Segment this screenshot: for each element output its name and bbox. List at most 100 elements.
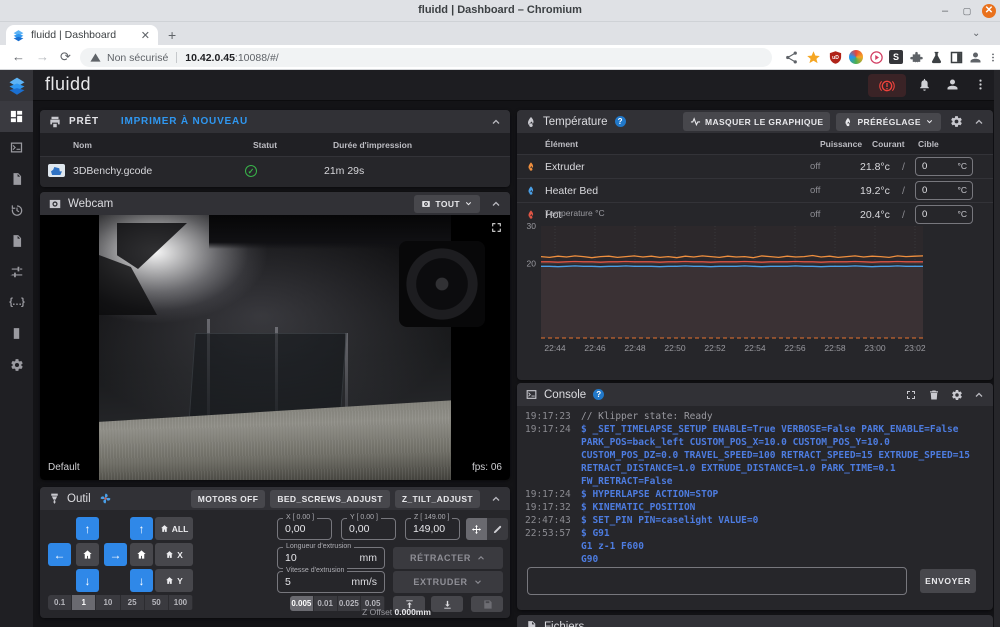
hide-graph-button[interactable]: MASQUER LE GRAPHIQUE (683, 112, 831, 131)
collapse-chevron-icon[interactable] (490, 198, 502, 210)
heater-power: off (810, 161, 860, 172)
browser-tab[interactable]: fluidd | Dashboard ✕ (6, 25, 158, 45)
macro-button-motors-off[interactable]: MOTORS OFF (191, 490, 266, 508)
home-all-button[interactable]: ALL (155, 517, 193, 540)
window-close-button[interactable]: ✕ (982, 4, 996, 18)
jog-x-minus-button[interactable]: ← (48, 543, 71, 566)
trash-icon[interactable] (928, 389, 940, 401)
extrude-speed-field[interactable]: Vitesse d'extrusion 5 mm/s (277, 571, 385, 593)
console-input[interactable] (527, 567, 907, 595)
home-xy-button[interactable] (76, 543, 99, 566)
move-step-25[interactable]: 25 (121, 595, 145, 610)
macro-button-z-tilt-adjust[interactable]: Z_TILT_ADJUST (395, 490, 480, 508)
tab-close-icon[interactable]: ✕ (139, 29, 152, 42)
window-minimize-button[interactable]: – (938, 4, 952, 18)
z-position-field[interactable]: Z [ 149.00 ]149,00 (405, 518, 460, 540)
tab-search-chevron-icon[interactable]: ⌄ (972, 28, 980, 39)
forward-icon[interactable]: → (36, 49, 49, 64)
collapse-chevron-icon[interactable] (973, 389, 985, 401)
gear-icon[interactable] (951, 389, 963, 401)
collapse-chevron-icon[interactable] (490, 493, 502, 505)
jog-x-plus-button[interactable]: → (104, 543, 127, 566)
collapse-chevron-icon[interactable] (490, 116, 502, 128)
reprint-button[interactable]: IMPRIMER À NOUVEAU (121, 116, 248, 127)
fullscreen-icon[interactable] (905, 389, 917, 401)
reload-icon[interactable]: ⟳ (60, 49, 71, 65)
emergency-stop-button[interactable] (868, 74, 906, 97)
edit-mode-button[interactable] (487, 518, 508, 540)
sidebar-item-system[interactable] (0, 318, 33, 349)
gear-icon[interactable] (950, 115, 963, 128)
profile-avatar-icon[interactable] (968, 50, 983, 65)
move-mode-button[interactable] (466, 518, 487, 540)
extrude-length-field[interactable]: Longueur d'extrusion 10 mm (277, 547, 385, 569)
adblock-shield-icon[interactable] (828, 50, 843, 65)
temperature-row[interactable]: Extruderoff21.8°c/0°C (517, 154, 993, 178)
preset-button[interactable]: PRÉRÉGLAGE (836, 113, 941, 131)
jog-y-plus-button[interactable]: ↑ (76, 517, 99, 540)
temperature-graph[interactable]: Temperature °C203022:4422:4622:4822:5022… (517, 204, 993, 380)
heater-target-input[interactable]: 0°C (915, 181, 973, 200)
sidebar-item-settings[interactable] (0, 349, 33, 380)
console-timestamp: 19:17:23 (525, 410, 581, 423)
job-row[interactable]: 3DBenchy.gcode ✓ 21m 29s (40, 156, 510, 184)
reader-mode-icon[interactable] (949, 50, 964, 65)
extrude-button[interactable]: EXTRUDER (393, 571, 503, 593)
collapse-chevron-icon[interactable] (973, 116, 985, 128)
jog-z-minus-button[interactable]: ↓ (130, 569, 153, 592)
address-bar[interactable]: Non sécurisé 10.42.0.45 :10088/#/ (80, 48, 772, 67)
sidebar-item-tune[interactable] (0, 256, 33, 287)
temperature-row[interactable]: Heater Bedoff19.2°c/0°C (517, 178, 993, 202)
window-maximize-button[interactable]: ▢ (960, 4, 974, 18)
home-z-button[interactable] (130, 543, 153, 566)
move-step-0.1[interactable]: 0.1 (48, 595, 72, 610)
sidebar-item-console[interactable] (0, 132, 33, 163)
fluidd-app: fluidd {…} PRÊT IMPRIMER À NOUVEAU Nom (0, 70, 1000, 627)
move-step-100[interactable]: 100 (169, 595, 193, 610)
home-icon (165, 576, 174, 585)
app-logo[interactable] (0, 70, 33, 101)
page-scrollbar[interactable] (994, 70, 1000, 627)
menu-kebab-icon[interactable] (987, 50, 999, 65)
puzzle-icon[interactable] (909, 50, 924, 65)
console-log[interactable]: 19:17:23// Klipper state: Ready19:17:24$… (517, 406, 993, 566)
s-extension-icon[interactable]: S (889, 50, 903, 64)
camera-select-button[interactable]: TOUT (414, 195, 480, 213)
sidebar-item-dashboard[interactable] (0, 101, 33, 132)
x-position-field[interactable]: X [ 0.00 ]0,00 (277, 518, 332, 540)
sidebar-item-history[interactable] (0, 194, 33, 225)
help-icon[interactable]: ? (593, 389, 604, 400)
heater-target-input[interactable]: 0°C (915, 157, 973, 176)
move-step-1[interactable]: 1 (72, 595, 96, 610)
video-play-icon[interactable] (869, 50, 884, 65)
back-icon[interactable]: ← (12, 49, 25, 64)
flask-icon[interactable] (929, 50, 944, 65)
sidebar-item-configuration[interactable]: {…} (0, 287, 33, 318)
y-position-field[interactable]: Y [ 0.00 ]0,00 (341, 518, 396, 540)
fullscreen-icon[interactable] (490, 221, 503, 234)
share-icon[interactable] (784, 50, 799, 65)
sidebar-item-gcode-preview[interactable] (0, 225, 33, 256)
window-title: fluidd | Dashboard – Chromium (0, 4, 1000, 16)
help-icon[interactable]: ? (615, 116, 626, 127)
extension-color-icon[interactable] (849, 50, 863, 64)
app-menu-kebab-icon[interactable] (973, 77, 988, 92)
terminal-icon (525, 388, 538, 401)
camera-icon (48, 197, 62, 211)
move-step-50[interactable]: 50 (145, 595, 169, 610)
new-tab-button[interactable]: + (168, 27, 176, 43)
user-icon[interactable] (945, 77, 960, 92)
home-x-button[interactable]: X (155, 543, 193, 566)
send-button[interactable]: ENVOYER (920, 569, 976, 593)
star-icon[interactable] (806, 50, 821, 65)
home-y-button[interactable]: Y (155, 569, 193, 592)
move-step-10[interactable]: 10 (96, 595, 120, 610)
jog-y-minus-button[interactable]: ↓ (76, 569, 99, 592)
notifications-bell-icon[interactable] (917, 77, 932, 92)
home-icon (160, 524, 169, 533)
retract-button[interactable]: RÉTRACTER (393, 547, 503, 569)
jog-z-plus-button[interactable]: ↑ (130, 517, 153, 540)
macro-button-bed-screws-adjust[interactable]: BED_SCREWS_ADJUST (270, 490, 390, 508)
tab-strip: fluidd | Dashboard ✕ + ⌄ (0, 22, 1000, 45)
sidebar-item-jobs[interactable] (0, 163, 33, 194)
